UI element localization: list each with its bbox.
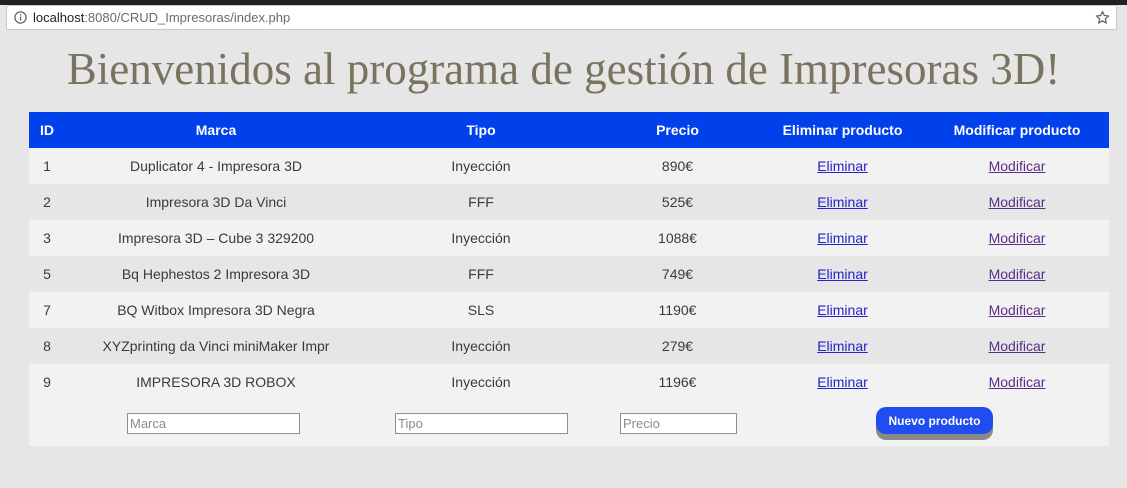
- column-header-id: ID: [29, 112, 65, 148]
- modify-link[interactable]: Modificar: [989, 230, 1046, 246]
- delete-link[interactable]: Eliminar: [817, 230, 868, 246]
- info-icon[interactable]: [13, 11, 27, 25]
- cell-modificar: Modificar: [925, 292, 1109, 328]
- table-row: 2 Impresora 3D Da Vinci FFF 525€ Elimina…: [29, 184, 1109, 220]
- modify-link[interactable]: Modificar: [989, 194, 1046, 210]
- tipo-input[interactable]: [395, 412, 568, 434]
- bookmark-star-icon[interactable]: [1094, 9, 1110, 25]
- cell-eliminar: Eliminar: [760, 292, 925, 328]
- cell-marca: BQ Witbox Impresora 3D Negra: [65, 292, 367, 328]
- url-text[interactable]: localhost:8080/CRUD_Impresoras/index.php: [33, 10, 290, 25]
- cell-precio: 1190€: [595, 292, 760, 328]
- delete-link[interactable]: Eliminar: [817, 302, 868, 318]
- cell-marca: Impresora 3D Da Vinci: [65, 184, 367, 220]
- precio-input[interactable]: [620, 412, 737, 434]
- table-row: 9 IMPRESORA 3D ROBOX Inyección 1196€ Eli…: [29, 364, 1109, 400]
- cell-tipo: Inyección: [367, 364, 595, 400]
- cell-precio: 749€: [595, 256, 760, 292]
- cell-modificar: Modificar: [925, 184, 1109, 220]
- column-header-marca: Marca: [65, 112, 367, 148]
- cell-marca: IMPRESORA 3D ROBOX: [65, 364, 367, 400]
- cell-marca: XYZprinting da Vinci miniMaker Impr: [65, 328, 367, 364]
- cell-id: 2: [29, 184, 65, 220]
- url-path: :8080/CRUD_Impresoras/index.php: [84, 10, 291, 25]
- modify-link[interactable]: Modificar: [989, 374, 1046, 390]
- cell-tipo: Inyección: [367, 148, 595, 184]
- cell-eliminar: Eliminar: [760, 328, 925, 364]
- cell-tipo: FFF: [367, 256, 595, 292]
- column-header-eliminar: Eliminar producto: [760, 112, 925, 148]
- cell-modificar: Modificar: [925, 256, 1109, 292]
- cell-eliminar: Eliminar: [760, 148, 925, 184]
- cell-marca: Bq Hephestos 2 Impresora 3D: [65, 256, 367, 292]
- cell-modificar: Modificar: [925, 220, 1109, 256]
- table-header-row: ID Marca Tipo Precio Eliminar producto M…: [29, 112, 1109, 148]
- cell-id: 5: [29, 256, 65, 292]
- cell-precio: 279€: [595, 328, 760, 364]
- new-product-button[interactable]: Nuevo producto: [876, 407, 993, 434]
- modify-link[interactable]: Modificar: [989, 158, 1046, 174]
- cell-tipo: FFF: [367, 184, 595, 220]
- new-row-marca-cell: [65, 400, 367, 446]
- cell-modificar: Modificar: [925, 148, 1109, 184]
- table-row: 8 XYZprinting da Vinci miniMaker Impr In…: [29, 328, 1109, 364]
- cell-id: 3: [29, 220, 65, 256]
- modify-link[interactable]: Modificar: [989, 302, 1046, 318]
- address-bar[interactable]: localhost:8080/CRUD_Impresoras/index.php: [6, 5, 1117, 30]
- new-row-button-cell: Nuevo producto: [760, 400, 1109, 446]
- table-row: 7 BQ Witbox Impresora 3D Negra SLS 1190€…: [29, 292, 1109, 328]
- table-row: 3 Impresora 3D – Cube 3 329200 Inyección…: [29, 220, 1109, 256]
- url-host: localhost: [33, 10, 85, 25]
- table-row: 5 Bq Hephestos 2 Impresora 3D FFF 749€ E…: [29, 256, 1109, 292]
- column-header-precio: Precio: [595, 112, 760, 148]
- cell-precio: 1196€: [595, 364, 760, 400]
- cell-tipo: Inyección: [367, 328, 595, 364]
- table-row: 1 Duplicator 4 - Impresora 3D Inyección …: [29, 148, 1109, 184]
- delete-link[interactable]: Eliminar: [817, 338, 868, 354]
- cell-tipo: Inyección: [367, 220, 595, 256]
- cell-modificar: Modificar: [925, 364, 1109, 400]
- new-row-tipo-cell: [367, 400, 595, 446]
- products-table: ID Marca Tipo Precio Eliminar producto M…: [29, 112, 1109, 446]
- new-row-empty-cell: [29, 400, 65, 446]
- delete-link[interactable]: Eliminar: [817, 374, 868, 390]
- cell-id: 9: [29, 364, 65, 400]
- delete-link[interactable]: Eliminar: [817, 194, 868, 210]
- cell-marca: Duplicator 4 - Impresora 3D: [65, 148, 367, 184]
- delete-link[interactable]: Eliminar: [817, 158, 868, 174]
- new-row-precio-cell: [595, 400, 760, 446]
- page-title: Bienvenidos al programa de gestión de Im…: [66, 44, 1061, 94]
- cell-eliminar: Eliminar: [760, 220, 925, 256]
- cell-eliminar: Eliminar: [760, 184, 925, 220]
- cell-id: 8: [29, 328, 65, 364]
- cell-precio: 1088€: [595, 220, 760, 256]
- column-header-modificar: Modificar producto: [925, 112, 1109, 148]
- modify-link[interactable]: Modificar: [989, 266, 1046, 282]
- cell-precio: 525€: [595, 184, 760, 220]
- browser-chrome: localhost:8080/CRUD_Impresoras/index.php: [0, 0, 1127, 36]
- cell-id: 7: [29, 292, 65, 328]
- modify-link[interactable]: Modificar: [989, 338, 1046, 354]
- cell-modificar: Modificar: [925, 328, 1109, 364]
- cell-eliminar: Eliminar: [760, 364, 925, 400]
- cell-marca: Impresora 3D – Cube 3 329200: [65, 220, 367, 256]
- cell-id: 1: [29, 148, 65, 184]
- cell-tipo: SLS: [367, 292, 595, 328]
- column-header-tipo: Tipo: [367, 112, 595, 148]
- delete-link[interactable]: Eliminar: [817, 266, 868, 282]
- new-product-row: Nuevo producto: [29, 400, 1109, 446]
- cell-eliminar: Eliminar: [760, 256, 925, 292]
- marca-input[interactable]: [127, 412, 300, 434]
- cell-precio: 890€: [595, 148, 760, 184]
